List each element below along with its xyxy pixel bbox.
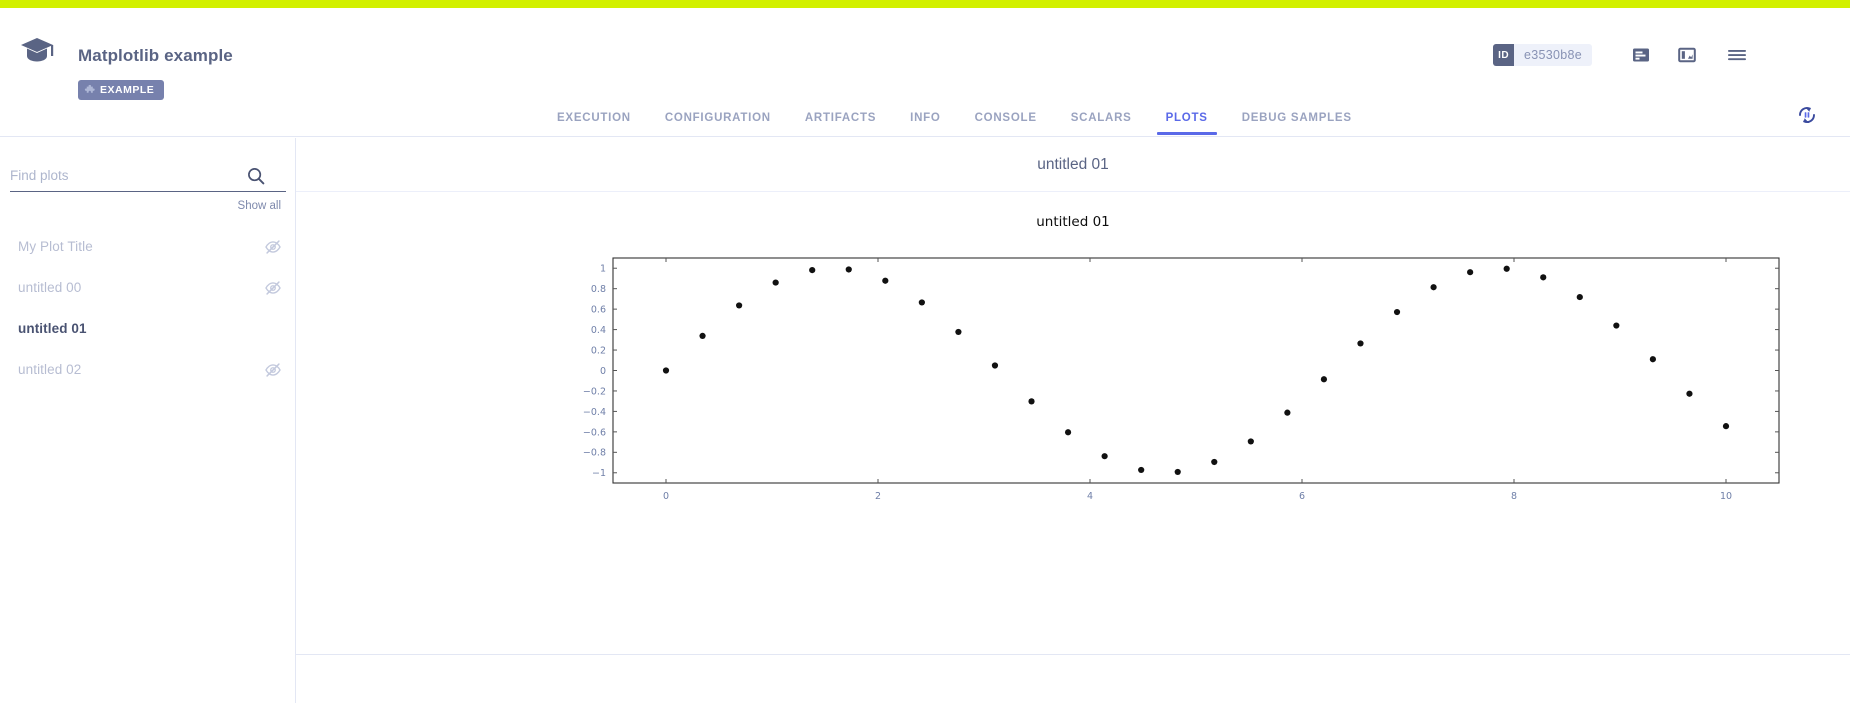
x-tick-label: 0 [663,491,669,502]
x-tick-label: 10 [1720,491,1732,502]
data-point[interactable] [663,367,669,373]
x-tick-label: 8 [1511,491,1517,502]
eye-off-icon[interactable] [264,361,282,379]
y-tick-label: −0.8 [583,448,606,459]
y-tick-label: 0.2 [591,345,606,356]
plot-list: My Plot Title untitled 00 untitled 0 [0,226,296,390]
chart-axes-frame [613,258,1779,483]
tab-execution[interactable]: EXECUTION [540,104,648,134]
tab-debug-samples[interactable]: DEBUG SAMPLES [1225,104,1369,134]
list-item[interactable]: My Plot Title [0,226,296,267]
compare-experiments-icon[interactable] [1628,42,1654,68]
tab-info[interactable]: INFO [893,104,957,134]
puzzle-piece-icon [84,85,95,96]
y-tick-label: 0 [600,366,606,377]
data-point[interactable] [773,279,779,285]
data-point[interactable] [1467,269,1473,275]
data-point[interactable] [1577,294,1583,300]
data-point[interactable] [1211,459,1217,465]
scatter-plot-svg[interactable]: 1 0.8 0.6 0.4 0.2 0 −0.2 −0.4 −0.6 −0.8 −1 0 2 4 6 8 10 [296,192,1850,654]
tab-artifacts[interactable]: ARTIFACTS [788,104,893,134]
data-point[interactable] [1686,391,1692,397]
search-field-wrapper [10,160,286,192]
data-point[interactable] [1102,453,1108,459]
data-point[interactable] [1540,274,1546,280]
y-tick-label: −1 [592,468,606,479]
tab-scalars[interactable]: SCALARS [1054,104,1149,134]
tab-list: EXECUTION CONFIGURATION ARTIFACTS INFO C… [540,104,1369,134]
y-tick-label: −0.6 [583,427,606,438]
data-point[interactable] [1138,467,1144,473]
next-plot-card-placeholder [296,656,1850,703]
data-point[interactable] [955,329,961,335]
tab-plots[interactable]: PLOTS [1149,104,1225,134]
y-tick-label: 1 [600,264,606,275]
plot-card: untitled 01 untitled 01 10.80.60.40.20−0… [296,138,1850,655]
data-point[interactable] [1613,322,1619,328]
plot-list-item-label: untitled 01 [18,321,87,336]
y-tick-label: −0.4 [583,407,606,418]
tab-bar: EXECUTION CONFIGURATION ARTIFACTS INFO C… [0,104,1850,137]
data-point[interactable] [1504,266,1510,272]
data-point[interactable] [809,267,815,273]
x-tick-label: 6 [1299,491,1305,502]
id-tag-label: ID [1493,44,1514,66]
y-tick-label: −0.2 [583,386,606,397]
data-point[interactable] [1723,423,1729,429]
hamburger-menu-icon[interactable] [1724,42,1750,68]
data-point[interactable] [1321,376,1327,382]
graduation-cap-icon[interactable] [18,34,56,68]
data-point[interactable] [919,299,925,305]
task-id-chip[interactable]: ID e3530b8e [1493,44,1592,66]
tab-configuration[interactable]: CONFIGURATION [648,104,788,134]
y-tick-label: 0.6 [591,305,606,316]
plot-list-item-label: My Plot Title [18,239,93,254]
data-point[interactable] [992,362,998,368]
search-input[interactable] [10,162,246,190]
x-tick-label: 2 [875,491,881,502]
data-point[interactable] [1284,410,1290,416]
auto-refresh-paused-icon[interactable] [1792,100,1822,130]
plot-list-item-label: untitled 02 [18,362,81,377]
list-item[interactable]: untitled 00 [0,267,296,308]
data-point[interactable] [1394,309,1400,315]
data-point[interactable] [882,278,888,284]
tab-console[interactable]: CONSOLE [958,104,1054,134]
show-all-button[interactable]: Show all [238,200,281,212]
data-point[interactable] [1430,284,1436,290]
y-tick-label: 0.4 [591,325,606,336]
task-id-value: e3530b8e [1514,48,1592,62]
plots-sidebar: Show all My Plot Title untitled 00 [0,138,296,703]
data-point[interactable] [736,302,742,308]
chart-container[interactable]: untitled 01 10.80.60.40.20−0.2−0.4−0.6−0… [296,192,1850,654]
eye-off-icon[interactable] [264,279,282,297]
toggle-details-panel-icon[interactable] [1674,42,1700,68]
data-point[interactable] [1065,429,1071,435]
app-header: Matplotlib example EXAMPLE ID e3530b8e [0,8,1850,104]
data-point[interactable] [699,333,705,339]
data-point[interactable] [846,266,852,272]
y-tick-label: 0.8 [591,284,606,295]
plot-card-title: untitled 01 [296,138,1850,192]
example-badge-label: EXAMPLE [100,84,154,96]
plots-main-panel: untitled 01 untitled 01 10.80.60.40.20−0… [296,138,1850,703]
data-point[interactable] [1028,398,1034,404]
search-icon[interactable] [246,166,266,186]
data-point[interactable] [1357,340,1363,346]
plot-list-item-label: untitled 00 [18,280,81,295]
x-tick-label: 4 [1087,491,1093,502]
list-item[interactable]: untitled 02 [0,349,296,390]
data-point[interactable] [1650,356,1656,362]
data-point[interactable] [1248,438,1254,444]
list-item[interactable]: untitled 01 [0,308,296,349]
data-point[interactable] [1175,469,1181,475]
page-title: Matplotlib example [78,46,233,66]
eye-off-icon[interactable] [264,238,282,256]
example-badge[interactable]: EXAMPLE [78,80,164,100]
